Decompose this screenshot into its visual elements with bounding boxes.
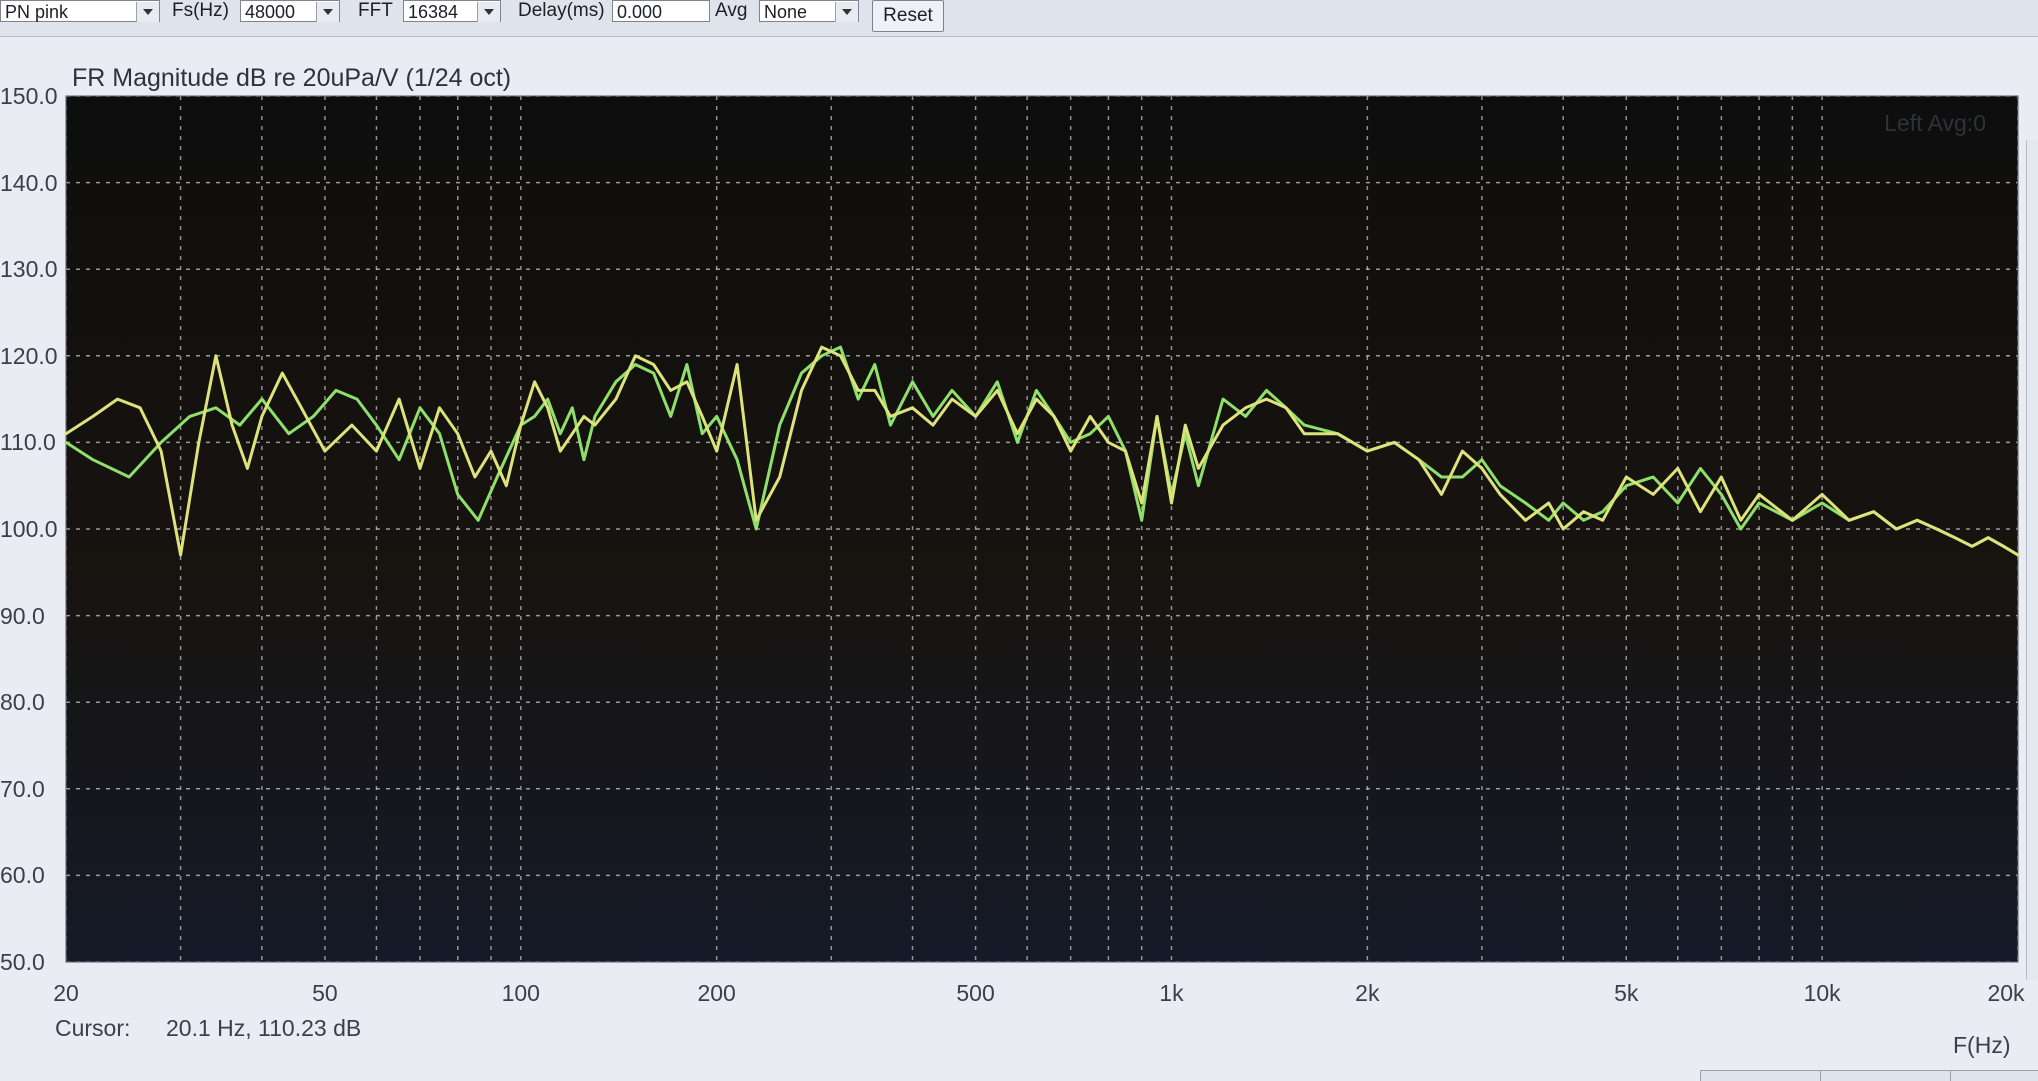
x-tick-label: 100 <box>501 980 540 1006</box>
x-axis-label: F(Hz) <box>1953 1032 2011 1058</box>
x-tick-label: 20k <box>1987 980 2025 1006</box>
chart-title: FR Magnitude dB re 20uPa/V (1/24 oct) <box>72 64 512 92</box>
y-tick-label: 110.0 <box>0 429 56 456</box>
y-tick-label: 100.0 <box>0 516 58 542</box>
x-tick-label: 500 <box>956 980 995 1006</box>
y-tick-label: 70.0 <box>0 775 45 802</box>
x-tick-label: 10k <box>1803 980 1841 1006</box>
y-tick-label: 60.0 <box>0 862 45 889</box>
y-tick-label: 80.0 <box>0 689 45 716</box>
x-tick-label: 20 <box>53 980 79 1006</box>
y-tick-label: 130.0 <box>0 256 58 283</box>
y-tick-label: 50.0 <box>0 949 45 975</box>
y-tick-label: 120.0 <box>0 342 58 369</box>
frequency-response-chart[interactable] <box>0 0 2038 1080</box>
status-bar <box>1700 1070 2038 1081</box>
legend-text: Left Avg:0 <box>1884 110 1986 136</box>
y-tick-label: 140.0 <box>0 169 58 196</box>
x-tick-label: 50 <box>312 980 338 1006</box>
x-tick-label: 200 <box>697 980 736 1006</box>
side-scrollbar[interactable] <box>2026 140 2038 980</box>
y-tick-label: 150.0 <box>0 83 58 109</box>
x-tick-label: 5k <box>1614 980 1639 1006</box>
cursor-readout: 20.1 Hz, 110.23 dB <box>166 1015 362 1041</box>
y-tick-label: 90.0 <box>0 602 45 629</box>
x-tick-label: 1k <box>1159 980 1184 1006</box>
cursor-label: Cursor: <box>55 1015 131 1041</box>
x-tick-label: 2k <box>1355 980 1380 1006</box>
